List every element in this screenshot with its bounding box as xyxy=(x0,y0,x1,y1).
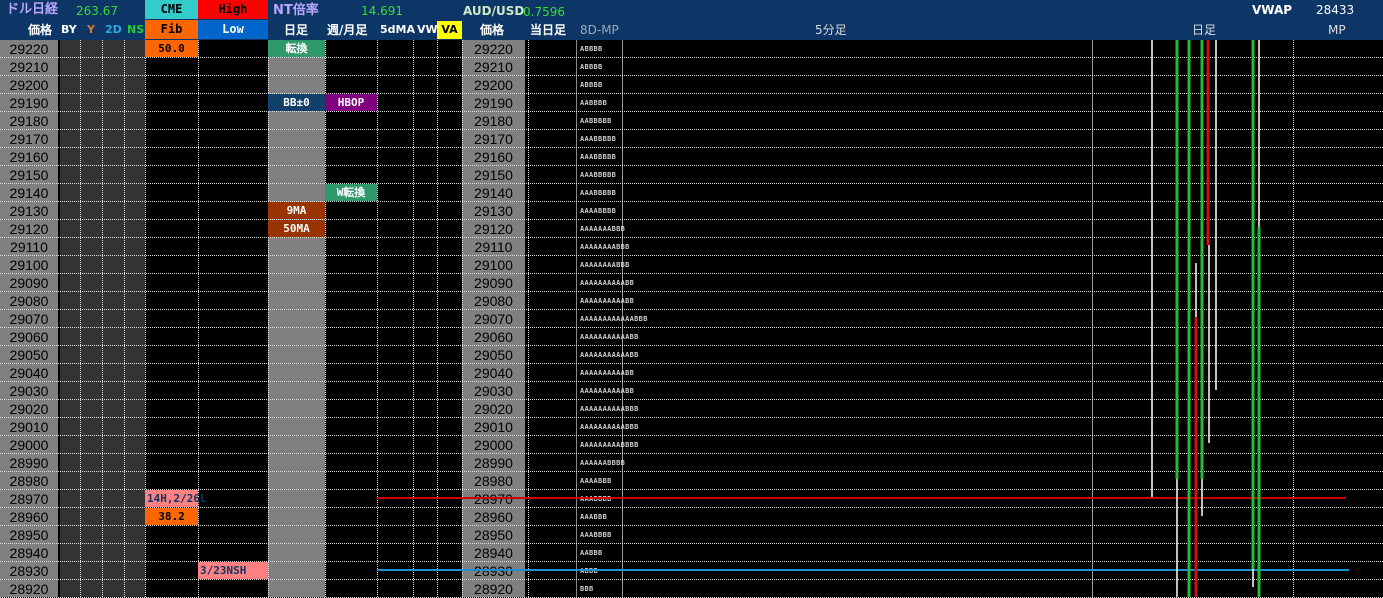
chart-overlay xyxy=(377,40,1349,597)
